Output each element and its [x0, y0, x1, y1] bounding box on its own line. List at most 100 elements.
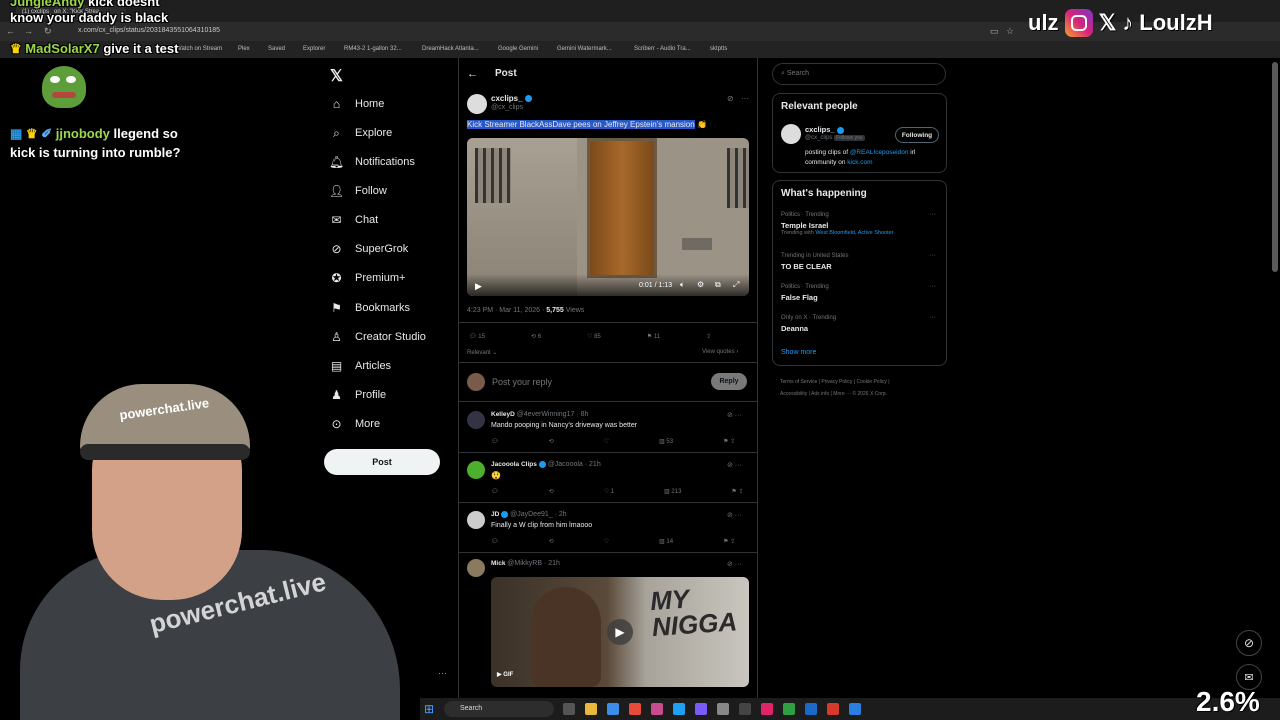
reply-icon[interactable]: 💬︎	[491, 488, 499, 495]
person-name[interactable]: cxclips_	[805, 125, 844, 134]
grok-icon[interactable]: ⊘	[727, 94, 734, 103]
reload-icon[interactable]: ↻	[44, 26, 52, 37]
app-icon[interactable]	[673, 703, 685, 715]
gif-media[interactable]: MY NIGGA ▶ ▶ GIF	[491, 577, 749, 687]
screen-icon[interactable]: ▭	[990, 26, 999, 37]
bookmark-action[interactable]: ⚑ 11	[647, 333, 660, 340]
nav-notifications[interactable]: 🔔︎ Notifications	[329, 153, 415, 171]
taskview-icon[interactable]	[563, 703, 575, 715]
taskbar-search[interactable]: Search	[444, 701, 554, 717]
view-quotes-link[interactable]: View quotes ›	[702, 349, 738, 355]
back-icon[interactable]: ←	[6, 26, 15, 36]
grok-icon[interactable]: ⊘ ···	[727, 411, 742, 419]
trend-item[interactable]: Politics · Trending Temple Israel Trending…	[781, 212, 939, 236]
forward-icon[interactable]: →	[24, 26, 33, 36]
volume-icon[interactable]: 🔈︎	[680, 280, 685, 290]
play-icon[interactable]: ▶	[475, 281, 482, 292]
trend-item[interactable]: Trending in United States TO BE CLEAR	[781, 253, 848, 271]
trend-more-icon[interactable]: ···	[929, 314, 936, 321]
avatar[interactable]	[467, 94, 487, 114]
avatar[interactable]	[467, 559, 485, 577]
heart-icon[interactable]: ♡	[604, 538, 609, 545]
grok-icon[interactable]: ⊘ ···	[727, 511, 742, 519]
bookmark-item[interactable]: Explorer	[303, 46, 325, 52]
x-logo-icon[interactable]: 𝕏	[330, 66, 343, 86]
url-field[interactable]: x.com/cx_clips/status/203184355106431018…	[78, 27, 220, 34]
search-input[interactable]: ⌕ Search	[772, 63, 946, 85]
bio-url-link[interactable]: kick.com	[847, 159, 872, 166]
avatar[interactable]	[467, 511, 485, 529]
grok-icon[interactable]: ⊘ ···	[727, 560, 742, 568]
bookmark-item[interactable]: Scriberr - Audio Tra...	[634, 46, 691, 52]
reply-icon[interactable]: 💬︎	[491, 538, 499, 545]
nav-follow[interactable]: 👤︎ Follow	[329, 182, 387, 200]
app-icon[interactable]	[739, 703, 751, 715]
bookmark-item[interactable]: DreamHack Atlanta...	[422, 46, 479, 52]
bookmark-item[interactable]: Saved	[268, 46, 285, 52]
app-icon[interactable]	[607, 703, 619, 715]
avatar[interactable]	[781, 124, 801, 144]
views-action[interactable]: ▥ 213	[664, 488, 681, 495]
grok-icon[interactable]: ⊘ ···	[727, 461, 742, 469]
following-button[interactable]: Following	[895, 127, 939, 143]
reply-button[interactable]: Reply	[711, 373, 747, 390]
account-more-icon[interactable]: ···	[438, 668, 447, 678]
reply-item[interactable]: Jacooola Clips @Jacooola · 21h 😲 ⊘ ··· 💬…	[459, 453, 757, 503]
chrome-icon[interactable]	[629, 703, 641, 715]
trend-sub-links[interactable]: West Bloomfield, Active Shooter	[815, 230, 893, 236]
reply-item[interactable]: Mick @MikkyRB · 21h ⊘ ··· MY NIGGA ▶ ▶ G…	[459, 553, 757, 698]
footer-link[interactable]: Cookie Policy	[857, 379, 887, 385]
settings-icon[interactable]: ⚙	[697, 280, 704, 289]
sort-dropdown[interactable]: Relevant ⌄	[467, 349, 497, 356]
nav-creator-studio[interactable]: ♙ Creator Studio	[330, 328, 426, 346]
bio-mention-link[interactable]: @REALIceposeidon	[850, 149, 909, 156]
app-icon[interactable]	[761, 703, 773, 715]
trend-item[interactable]: Only on X · Trending Deanna	[781, 315, 836, 333]
avatar[interactable]	[467, 411, 485, 429]
bookmark-item[interactable]: sktptts	[710, 46, 727, 52]
footer-link[interactable]: Accessibility	[780, 391, 807, 397]
bookmark-icon[interactable]: ⚑ ⇪	[731, 488, 743, 495]
repost-action[interactable]: ⟲ 6	[531, 333, 541, 340]
nav-premium[interactable]: ✪ Premium+	[330, 269, 405, 287]
app-icon[interactable]	[849, 703, 861, 715]
trend-item[interactable]: Politics · Trending False Flag	[781, 284, 829, 302]
discord-icon[interactable]	[695, 703, 707, 715]
reply-item[interactable]: JD @JayDee91_ · 2h Finally a W clip from…	[459, 503, 757, 553]
trend-more-icon[interactable]: ···	[929, 283, 936, 290]
bookmark-icon[interactable]: ⚑ ⇪	[723, 538, 735, 545]
windows-start-icon[interactable]: ⊞	[424, 702, 434, 716]
views-action[interactable]: ▥ 53	[659, 438, 673, 445]
avatar[interactable]	[467, 461, 485, 479]
steam-icon[interactable]	[805, 703, 817, 715]
nav-explore[interactable]: ⌕ Explore	[330, 124, 392, 142]
pip-icon[interactable]: ⧉	[715, 280, 721, 290]
fullscreen-icon[interactable]: ⤢	[733, 280, 739, 290]
play-icon[interactable]: ▶	[607, 619, 633, 645]
scrollbar[interactable]	[1272, 62, 1278, 272]
tweet-author[interactable]: cxclips_	[491, 94, 532, 103]
trend-more-icon[interactable]: ···	[929, 252, 936, 259]
footer-link[interactable]: Ads info	[811, 391, 829, 397]
reply-item[interactable]: KelleyD @4everWinning17 · 8h Mando poopi…	[459, 403, 757, 453]
repost-icon[interactable]: ⟲	[549, 488, 554, 495]
trend-more-icon[interactable]: ···	[929, 211, 936, 218]
footer-link[interactable]: Privacy Policy	[821, 379, 852, 385]
xbox-icon[interactable]	[783, 703, 795, 715]
nav-chat[interactable]: ✉ Chat	[330, 211, 378, 229]
more-icon[interactable]: ···	[741, 94, 749, 103]
reply-input[interactable]: Post your reply	[492, 377, 552, 387]
nav-articles[interactable]: ▤ Articles	[330, 357, 391, 375]
nav-home[interactable]: ⌂ Home	[330, 95, 384, 113]
like-action[interactable]: ♡ 85	[587, 333, 601, 340]
browser-active-icon[interactable]	[651, 703, 663, 715]
reply-icon[interactable]: 💬︎	[491, 438, 499, 445]
bookmark-item[interactable]: RM43-2 1-gallon 32...	[344, 46, 402, 52]
heart-icon[interactable]: ♡	[604, 438, 609, 445]
nav-supergrok[interactable]: ⊘ SuperGrok	[330, 240, 408, 258]
brave-icon[interactable]	[827, 703, 839, 715]
bookmark-icon[interactable]: ⚑ ⇪	[723, 438, 735, 445]
grok-float-icon[interactable]: ⊘	[1236, 630, 1262, 656]
back-arrow-icon[interactable]: ←	[467, 68, 478, 80]
footer-link[interactable]: More ···	[833, 391, 851, 397]
